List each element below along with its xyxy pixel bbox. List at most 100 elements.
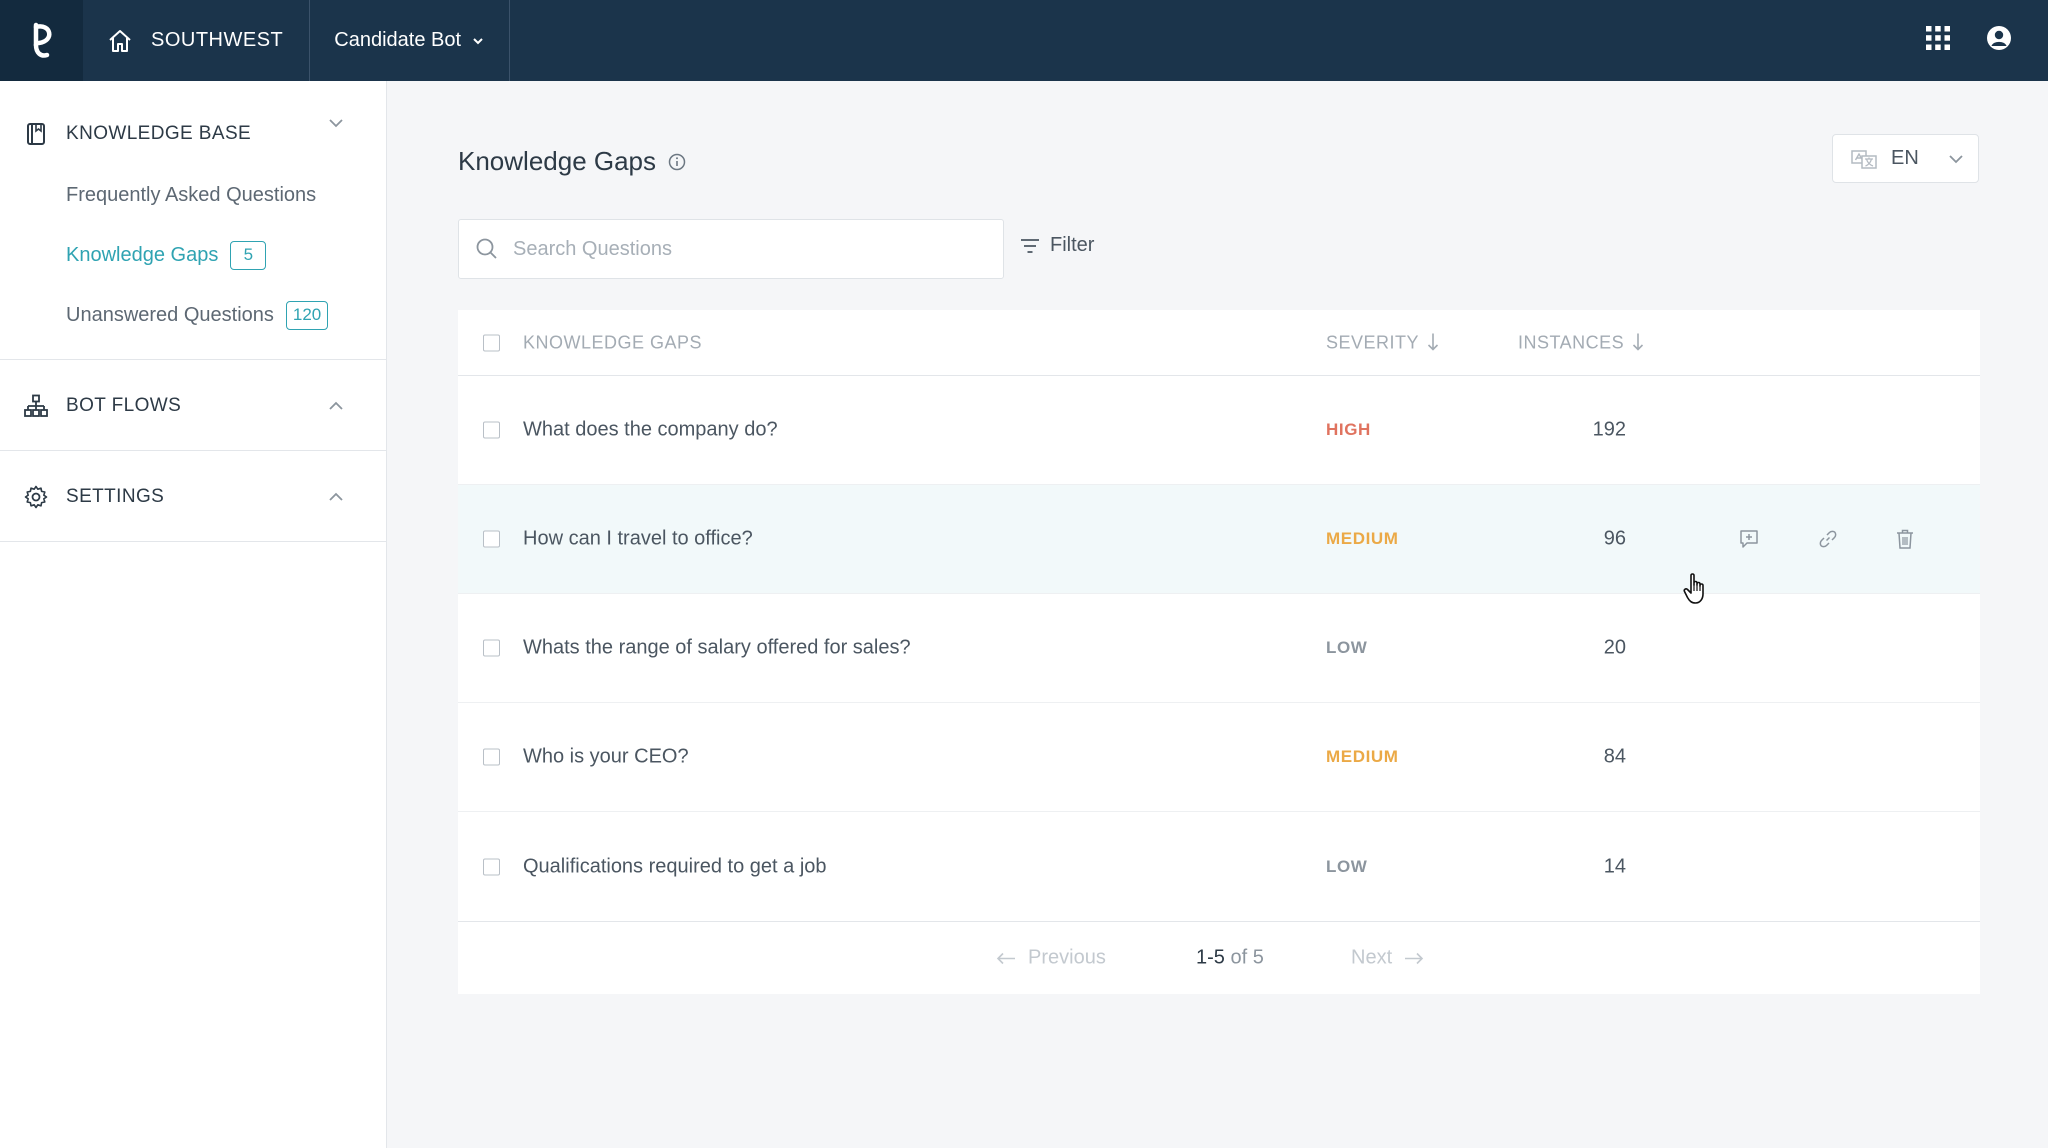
row-checkbox[interactable] [483, 858, 500, 875]
chevron-down-icon [473, 37, 483, 44]
chevron-up-icon [329, 492, 343, 501]
bot-flows-section: BOT FLOWS [0, 360, 386, 451]
column-header-label: SEVERITY [1326, 332, 1420, 352]
chevron-down-icon [329, 119, 343, 128]
sort-down-arrow-icon [1427, 333, 1439, 351]
org-name: SOUTHWEST [151, 29, 284, 51]
severity-label: HIGH [1326, 420, 1371, 439]
select-all-checkbox[interactable] [483, 334, 500, 351]
column-header-severity[interactable]: SEVERITY [1326, 332, 1439, 353]
gear-icon [24, 485, 48, 509]
column-header-knowledge-gaps: KNOWLEDGE GAPS [523, 332, 702, 353]
page-title: Knowledge Gaps [458, 146, 686, 177]
table-row[interactable]: Whats the range of salary offered for sa… [458, 594, 1980, 703]
apps-grid-button[interactable] [1926, 26, 1950, 55]
knowledge-base-title: KNOWLEDGE BASE [66, 123, 252, 144]
instances-count: 84 [1603, 745, 1626, 768]
severity-label: LOW [1326, 856, 1368, 876]
trash-icon [1897, 529, 1913, 549]
user-account-button[interactable] [1986, 25, 2012, 56]
severity-label: MEDIUM [1326, 747, 1399, 766]
bot-flows-header[interactable]: BOT FLOWS [0, 360, 386, 451]
bot-flows-title: BOT FLOWS [66, 394, 182, 416]
user-avatar-icon [1987, 26, 2011, 50]
arrow-right-icon [1405, 952, 1424, 964]
search-icon [476, 238, 497, 259]
next-label: Next [1351, 946, 1393, 969]
logo-icon [33, 22, 51, 58]
table-row[interactable]: How can I travel to office? MEDIUM 96 [458, 485, 1980, 594]
row-checkbox[interactable] [483, 748, 500, 766]
knowledge-base-section: KNOWLEDGE BASE Frequently Asked Question… [0, 81, 386, 360]
link-icon [1819, 530, 1837, 548]
instances-count: 20 [1603, 636, 1626, 659]
app-logo[interactable] [0, 0, 83, 81]
column-header-instances[interactable]: INSTANCES [1518, 332, 1644, 353]
question-text: Whats the range of salary offered for sa… [523, 636, 911, 659]
filter-button[interactable]: Filter [1020, 234, 1094, 257]
comment-add-icon [1740, 530, 1758, 548]
page-title-text: Knowledge Gaps [458, 146, 657, 176]
column-header-label: KNOWLEDGE GAPS [523, 332, 703, 352]
chevron-up-icon [329, 401, 343, 410]
flow-tree-icon [24, 394, 48, 418]
settings-header[interactable]: SETTINGS [0, 451, 386, 542]
count-badge: 120 [285, 300, 329, 330]
translate-icon [1851, 149, 1877, 169]
delete-button[interactable] [1896, 529, 1914, 549]
hand-cursor-icon [1682, 572, 1710, 611]
home-icon [109, 29, 131, 52]
knowledge-gaps-table: KNOWLEDGE GAPS SEVERITY INSTANCES What d… [458, 310, 1980, 994]
search-box [458, 219, 1004, 279]
sidebar-item-faq[interactable]: Frequently Asked Questions [0, 165, 386, 225]
pagination: Previous 1-5 of 5 Next [458, 921, 1980, 994]
language-code: EN [1891, 147, 1919, 169]
previous-page-button[interactable]: Previous [996, 947, 1106, 970]
page-range-total: of 5 [1230, 946, 1264, 969]
sidebar-item-label: Knowledge Gaps [66, 243, 219, 266]
column-header-label: INSTANCES [1518, 332, 1625, 352]
book-icon [24, 122, 48, 146]
next-page-button[interactable]: Next [1351, 947, 1424, 970]
sidebar-item-knowledge-gaps[interactable]: Knowledge Gaps 5 [0, 225, 386, 285]
bot-selector-dropdown[interactable]: Candidate Bot [310, 0, 511, 81]
settings-title: SETTINGS [66, 485, 165, 507]
sidebar-item-unanswered-questions[interactable]: Unanswered Questions 120 [0, 285, 386, 345]
filter-label: Filter [1050, 234, 1095, 256]
row-checkbox[interactable] [483, 639, 500, 657]
table-header: KNOWLEDGE GAPS SEVERITY INSTANCES [458, 310, 1980, 376]
top-navigation-bar: SOUTHWEST Candidate Bot [0, 0, 2048, 81]
table-row[interactable]: Qualifications required to get a job LOW… [458, 812, 1980, 921]
instances-count: 14 [1603, 855, 1626, 877]
question-text: Qualifications required to get a job [523, 855, 827, 877]
arrow-left-icon [996, 952, 1015, 964]
search-input[interactable] [513, 237, 973, 261]
instances-count: 96 [1603, 527, 1626, 550]
page-range-current: 1-5 [1196, 946, 1225, 969]
link-button[interactable] [1818, 529, 1838, 549]
topbar-actions [1926, 0, 2048, 81]
apps-grid-icon [1926, 26, 1950, 50]
question-text: Who is your CEO? [523, 745, 689, 768]
previous-label: Previous [1028, 946, 1106, 969]
sidebar-item-label: Frequently Asked Questions [66, 183, 317, 206]
severity-label: MEDIUM [1326, 529, 1399, 548]
chevron-down-icon [1949, 154, 1963, 163]
instances-count: 192 [1592, 418, 1626, 441]
table-row[interactable]: What does the company do? HIGH 192 [458, 376, 1980, 485]
table-row[interactable]: Who is your CEO? MEDIUM 84 [458, 703, 1980, 812]
home-link[interactable]: SOUTHWEST [83, 0, 311, 81]
count-badge: 5 [230, 240, 267, 270]
sidebar-item-label: Unanswered Questions [66, 303, 274, 326]
row-checkbox[interactable] [483, 421, 500, 439]
row-checkbox[interactable] [483, 530, 500, 548]
info-icon[interactable] [668, 153, 686, 171]
add-answer-button[interactable] [1739, 529, 1759, 549]
language-selector[interactable]: EN [1832, 134, 1979, 183]
sort-down-arrow-icon [1633, 333, 1644, 351]
filter-icon [1021, 238, 1039, 253]
page-range: 1-5 of 5 [1196, 947, 1264, 970]
bot-selector-label: Candidate Bot [334, 29, 462, 51]
settings-section: SETTINGS [0, 451, 386, 542]
knowledge-base-header[interactable]: KNOWLEDGE BASE [0, 81, 386, 165]
